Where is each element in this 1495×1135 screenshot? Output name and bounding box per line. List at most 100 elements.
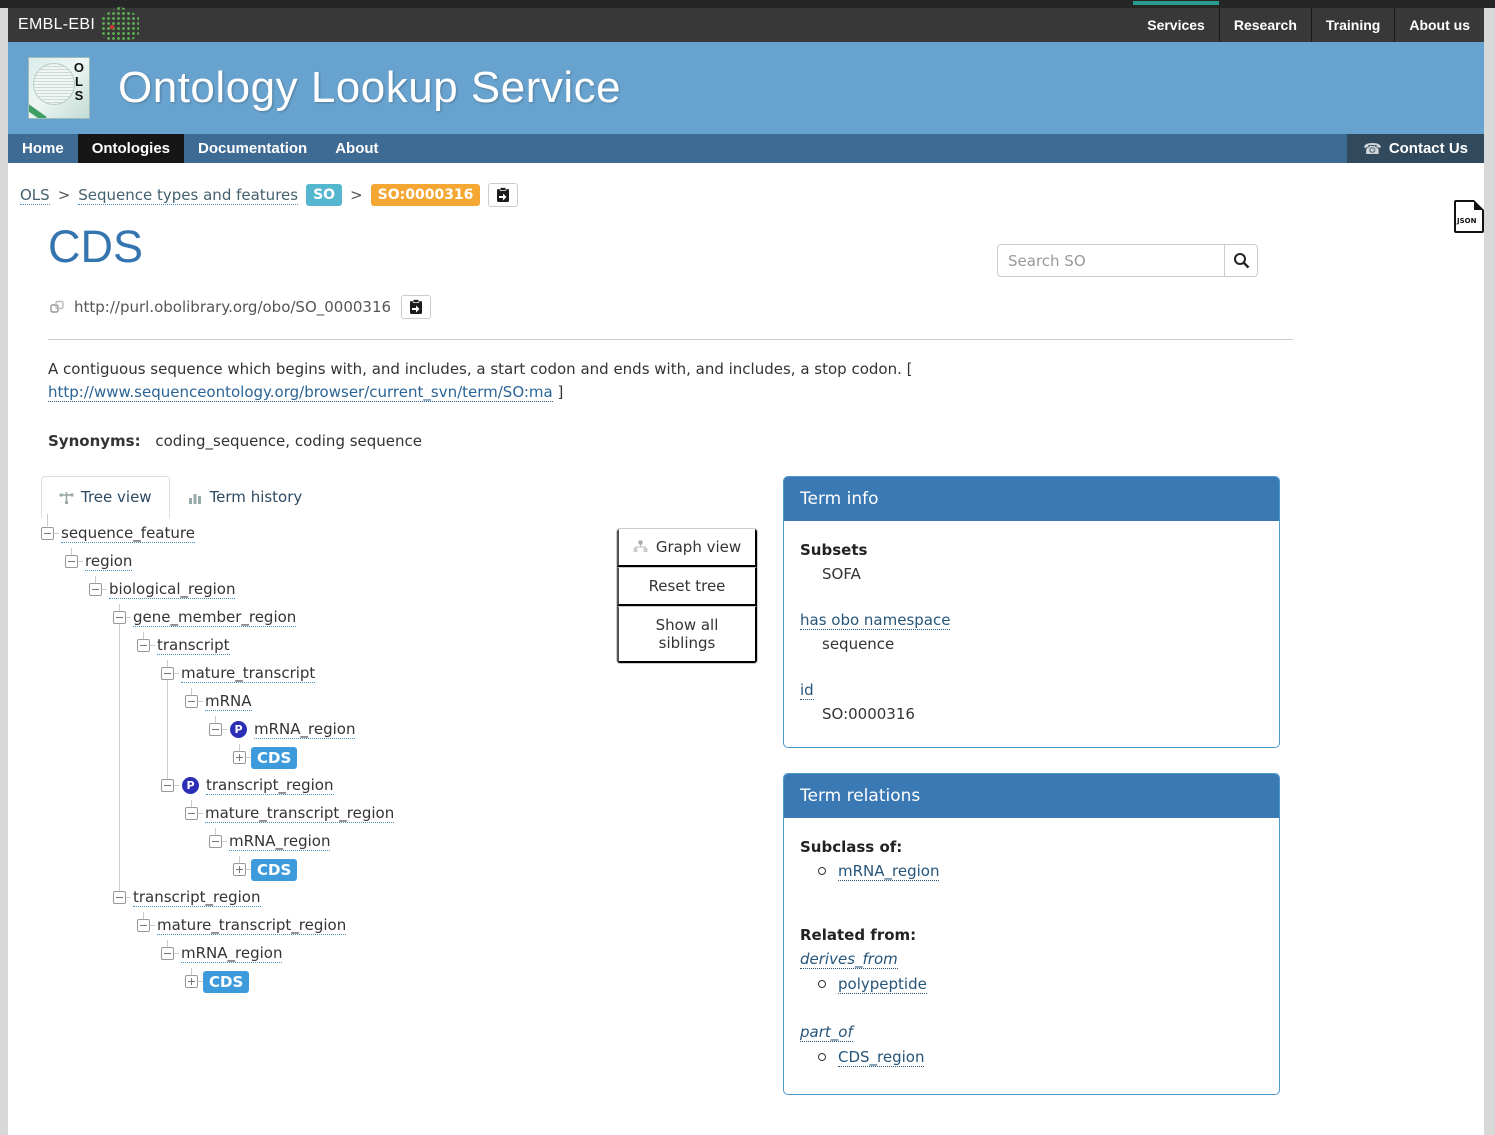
- collapse-minus-icon[interactable]: [137, 639, 150, 652]
- nav-ontologies[interactable]: Ontologies: [78, 134, 184, 163]
- expand-plus-icon[interactable]: [233, 863, 246, 876]
- id-link[interactable]: id: [800, 681, 814, 700]
- term-info-id: id SO:0000316: [800, 681, 1263, 723]
- main-row: Tree view Term history sequence_featurer…: [41, 476, 1452, 1095]
- term-info-body: Subsets SOFA has obo namespace sequence …: [784, 521, 1279, 747]
- tree-connector: [126, 897, 131, 898]
- collapse-minus-icon[interactable]: [113, 891, 126, 904]
- tree-actions: Graph view Reset tree Show all siblings: [616, 528, 758, 664]
- expand-plus-icon[interactable]: [233, 751, 246, 764]
- collapse-minus-icon[interactable]: [113, 611, 126, 624]
- contact-us-label: Contact Us: [1389, 140, 1468, 157]
- tree-connector: [150, 925, 155, 926]
- part-of-group: part_of CDS_region: [800, 1021, 1263, 1066]
- tree-row: PmRNA_region: [209, 716, 753, 744]
- tree-node: CDS: [233, 744, 753, 772]
- copy-term-id-button[interactable]: [488, 183, 518, 207]
- tree-row: Ptranscript_region: [161, 772, 753, 800]
- tree-node-label[interactable]: gene_member_region: [133, 608, 296, 627]
- tree-connector: [174, 785, 179, 786]
- ols-logo-letters: O L S: [74, 61, 84, 103]
- namespace-value: sequence: [800, 635, 1263, 653]
- reset-tree-button[interactable]: Reset tree: [617, 567, 757, 606]
- tree-node-label[interactable]: mRNA_region: [254, 720, 355, 739]
- global-menu-about-us[interactable]: About us: [1394, 8, 1484, 42]
- collapse-minus-icon[interactable]: [41, 527, 54, 540]
- tree-node-label[interactable]: sequence_feature: [61, 524, 195, 543]
- collapse-minus-icon[interactable]: [185, 807, 198, 820]
- json-download-icon[interactable]: JSON: [1454, 200, 1484, 233]
- show-all-siblings-button[interactable]: Show all siblings: [617, 606, 757, 663]
- site-title: Ontology Lookup Service: [118, 63, 621, 113]
- tree-node-label[interactable]: CDS: [251, 859, 297, 881]
- info-column: Term info Subsets SOFA has obo namespace…: [783, 476, 1280, 1095]
- tree-node-label[interactable]: transcript: [157, 636, 230, 655]
- term-relations-body: Subclass of: mRNA_region Related from: d…: [784, 818, 1279, 1094]
- tree-node-label[interactable]: transcript_region: [133, 888, 261, 907]
- breadcrumb-ols-link[interactable]: OLS: [20, 186, 50, 205]
- breadcrumb-ontology-link[interactable]: Sequence types and features: [78, 186, 298, 205]
- contact-us-button[interactable]: ☎ Contact Us: [1347, 134, 1484, 163]
- tree-node-label[interactable]: mRNA: [205, 692, 252, 711]
- tree-node-label[interactable]: CDS: [203, 971, 249, 993]
- polypeptide-link[interactable]: polypeptide: [838, 975, 927, 994]
- tree-node-label[interactable]: biological_region: [109, 580, 235, 599]
- tree-node-label[interactable]: mRNA_region: [229, 832, 330, 851]
- view-tabs: Tree view Term history: [41, 476, 753, 518]
- subclass-of-group: Subclass of: mRNA_region: [800, 838, 1263, 880]
- global-menu-research[interactable]: Research: [1219, 8, 1311, 42]
- tree-node-label[interactable]: mature_transcript: [181, 664, 315, 683]
- link-icon: [50, 300, 64, 314]
- subsets-label: Subsets: [800, 541, 1263, 559]
- nav-documentation[interactable]: Documentation: [184, 134, 321, 163]
- global-menu-training[interactable]: Training: [1311, 8, 1394, 42]
- tree-node-label[interactable]: mRNA_region: [181, 944, 282, 963]
- tab-term-history[interactable]: Term history: [170, 476, 321, 518]
- tree-row: mRNA: [185, 688, 753, 716]
- tree-row: mRNA_region: [209, 828, 753, 856]
- ontology-badge[interactable]: SO: [306, 184, 342, 206]
- tab-tree-view[interactable]: Tree view: [41, 476, 170, 518]
- tree-node-label[interactable]: mature_transcript_region: [157, 916, 346, 935]
- collapse-minus-icon[interactable]: [209, 723, 222, 736]
- tree-connector: [126, 617, 131, 618]
- term-id-badge[interactable]: SO:0000316: [371, 184, 481, 206]
- ols-logo[interactable]: O L S: [28, 57, 90, 119]
- tree-node-label[interactable]: transcript_region: [206, 776, 334, 795]
- mrna-region-link[interactable]: mRNA_region: [838, 862, 939, 881]
- cds-region-link[interactable]: CDS_region: [838, 1048, 924, 1067]
- nav-about[interactable]: About: [321, 134, 392, 163]
- part-of-link[interactable]: part_of: [800, 1023, 853, 1042]
- search-input[interactable]: [997, 244, 1225, 277]
- collapse-minus-icon[interactable]: [89, 583, 102, 596]
- derives-from-link[interactable]: derives_from: [800, 950, 898, 969]
- nav-home[interactable]: Home: [8, 134, 78, 163]
- has-obo-namespace-link[interactable]: has obo namespace: [800, 611, 950, 630]
- phone-icon: ☎: [1363, 140, 1382, 158]
- term-iri[interactable]: http://purl.obolibrary.org/obo/SO_000031…: [74, 298, 391, 316]
- copy-iri-button[interactable]: [401, 295, 431, 319]
- global-menu-services[interactable]: Services: [1133, 8, 1219, 42]
- tree-row-selected: CDS: [233, 856, 753, 884]
- browser-top-band: [0, 0, 1495, 8]
- tree-node-label[interactable]: region: [85, 552, 132, 571]
- description-source-link[interactable]: http://www.sequenceontology.org/browser/…: [48, 383, 553, 402]
- expand-plus-icon[interactable]: [185, 975, 198, 988]
- collapse-minus-icon[interactable]: [161, 667, 174, 680]
- tree-node-label[interactable]: CDS: [251, 747, 297, 769]
- tree-row: mature_transcript: [161, 660, 753, 688]
- tree-node-label[interactable]: mature_transcript_region: [205, 804, 394, 823]
- collapse-minus-icon[interactable]: [185, 695, 198, 708]
- tree-connector: [198, 701, 203, 702]
- collapse-minus-icon[interactable]: [161, 779, 174, 792]
- collapse-minus-icon[interactable]: [137, 919, 150, 932]
- collapse-minus-icon[interactable]: [209, 835, 222, 848]
- embl-ebi-logo-text[interactable]: EMBL-EBI: [18, 16, 95, 34]
- related-from-group: Related from: derives_from polypeptide: [800, 926, 1263, 993]
- tree-connector: [222, 729, 227, 730]
- search-button[interactable]: [1225, 244, 1258, 277]
- collapse-minus-icon[interactable]: [65, 555, 78, 568]
- collapse-minus-icon[interactable]: [161, 947, 174, 960]
- tree-node: mature_transcript_region mRNA_region CDS: [185, 800, 753, 884]
- graph-view-button[interactable]: Graph view: [617, 529, 757, 567]
